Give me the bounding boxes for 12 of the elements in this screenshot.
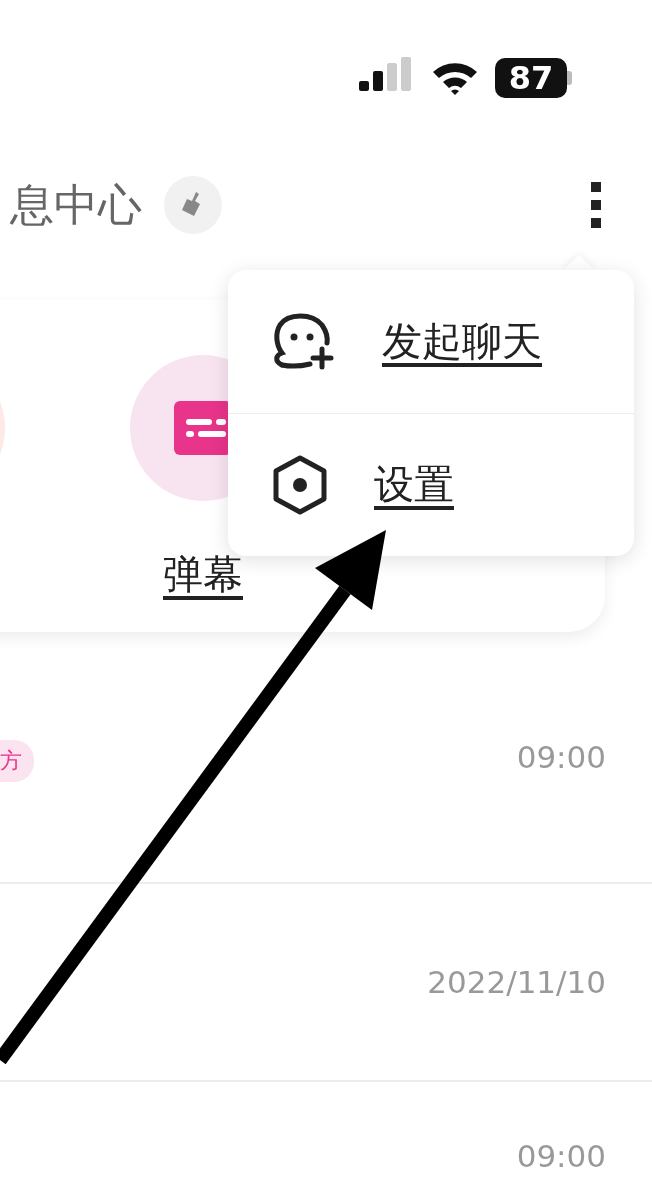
more-icon [590,182,602,228]
more-button[interactable] [590,182,602,228]
message-time: 09:00 [516,1138,606,1174]
battery-indicator: 87 [495,58,567,98]
wifi-icon [431,60,479,96]
menu-item[interactable]: 发起聊天 [228,270,634,414]
page-title: 息中心 [10,177,142,232]
message-time: 2022/11/10 [427,964,606,1000]
message-time: 09:00 [516,739,606,775]
chat-add-icon [272,311,336,372]
hexagon-icon [272,454,328,515]
message-tag: 方 [0,740,34,782]
